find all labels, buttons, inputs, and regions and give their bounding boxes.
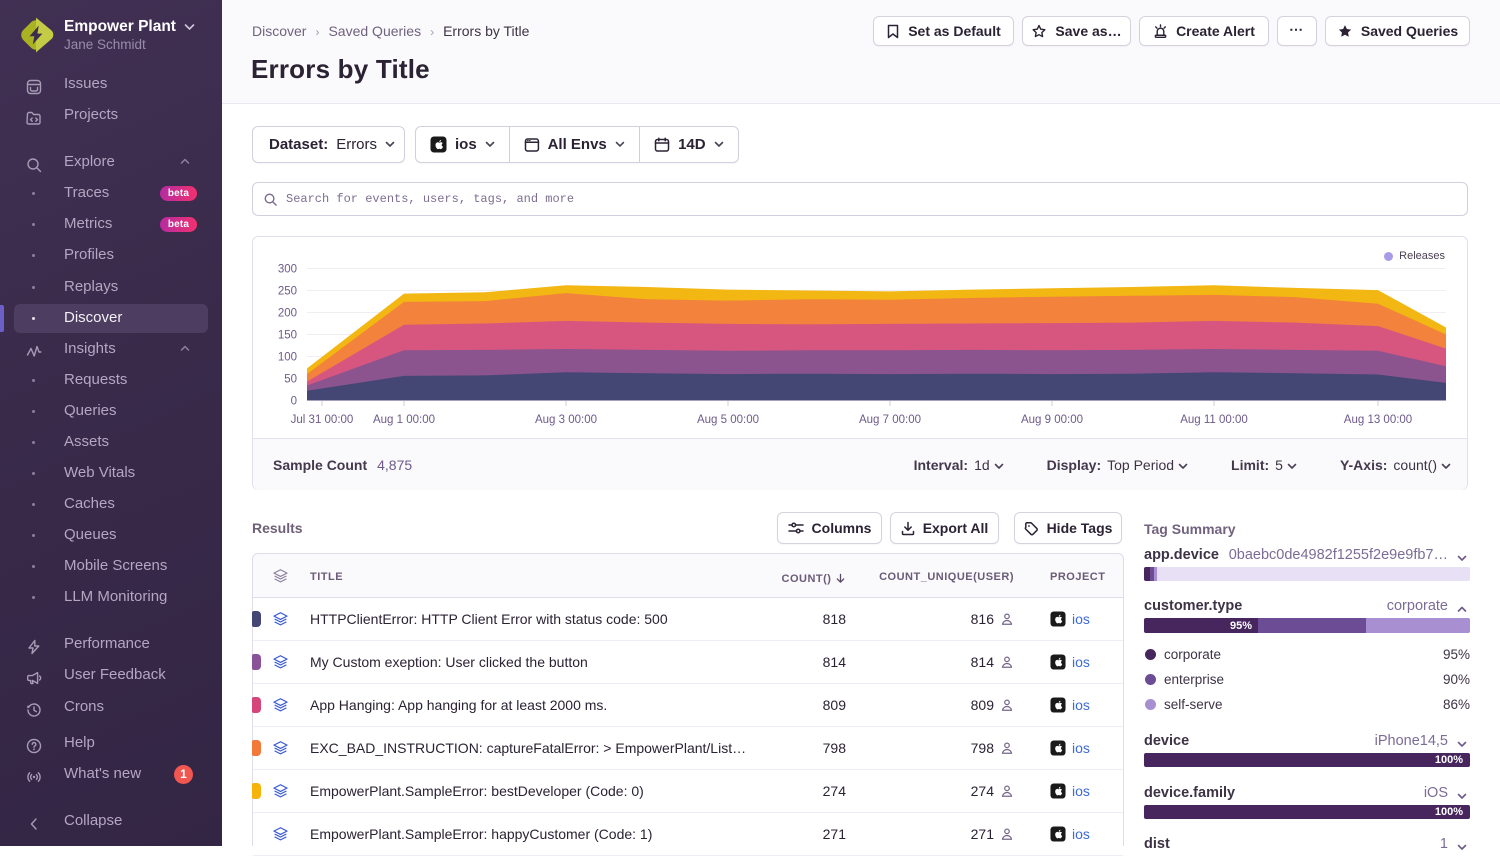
svg-text:Aug 9 00:00: Aug 9 00:00 <box>1021 414 1083 426</box>
svg-text:Jul 31 00:00: Jul 31 00:00 <box>291 414 354 426</box>
svg-text:100: 100 <box>278 352 297 364</box>
svg-text:Aug 5 00:00: Aug 5 00:00 <box>697 414 759 426</box>
svg-text:Aug 1 00:00: Aug 1 00:00 <box>373 414 435 426</box>
svg-text:0: 0 <box>291 396 297 408</box>
svg-text:150: 150 <box>278 330 297 342</box>
svg-text:300: 300 <box>278 264 297 276</box>
svg-text:Aug 7 00:00: Aug 7 00:00 <box>859 414 921 426</box>
svg-text:200: 200 <box>278 308 297 320</box>
svg-text:Aug 13 00:00: Aug 13 00:00 <box>1344 414 1412 426</box>
svg-text:50: 50 <box>284 374 297 386</box>
svg-text:Aug 11 00:00: Aug 11 00:00 <box>1180 414 1248 426</box>
svg-text:250: 250 <box>278 286 297 298</box>
svg-text:Aug 3 00:00: Aug 3 00:00 <box>535 414 597 426</box>
